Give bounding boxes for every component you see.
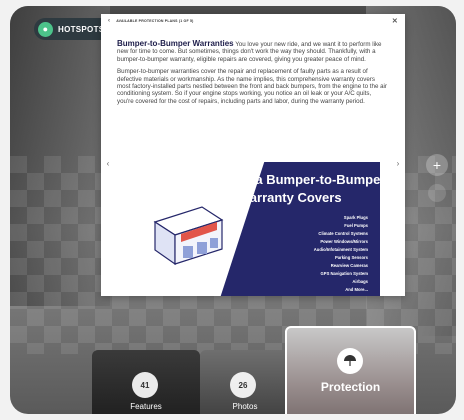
service-building-icon bbox=[147, 202, 227, 277]
zoom-in-icon[interactable]: + bbox=[426, 154, 448, 176]
prev-arrow-icon[interactable]: ‹ bbox=[103, 156, 113, 170]
modal-header: ‹ AVAILABLE PROTECTION PLANS (1 OF 5) ✕ bbox=[101, 14, 405, 28]
infographic-title-line2: Warranty Covers bbox=[238, 190, 342, 205]
photos-thumb[interactable]: 26 Photos bbox=[200, 350, 290, 414]
eye-icon: ● bbox=[38, 21, 53, 37]
coverage-list: Spark Plugs Fuel Pumps Climate Control S… bbox=[314, 214, 368, 294]
lead-paragraph: Bumper-to-Bumper Warranties You love you… bbox=[117, 40, 389, 63]
infographic-title-line1: What a Bumper-to-Bumper bbox=[220, 172, 380, 187]
close-icon[interactable]: ✕ bbox=[392, 17, 398, 25]
body-paragraph: Bumper-to-bumper warranties cover the re… bbox=[117, 68, 387, 105]
next-arrow-icon[interactable]: › bbox=[393, 156, 403, 170]
coverage-item: GPS Navigation System bbox=[320, 271, 368, 276]
photos-label: Photos bbox=[232, 402, 258, 411]
protection-thumb[interactable]: Protection bbox=[285, 326, 416, 414]
coverage-item: And More... bbox=[345, 287, 368, 292]
modal-title: AVAILABLE PROTECTION PLANS (1 OF 5) bbox=[116, 19, 194, 23]
hotspot-marker[interactable] bbox=[428, 184, 446, 202]
modal-content: Bumper-to-Bumper Warranties You love you… bbox=[117, 40, 389, 110]
features-count: 41 bbox=[132, 372, 158, 398]
features-thumb[interactable]: 41 Features bbox=[92, 350, 200, 414]
hotspots-label: HOTSPOTS bbox=[58, 24, 105, 34]
back-arrow-icon[interactable]: ‹ bbox=[108, 18, 110, 24]
coverage-item: Rearview Cameras bbox=[330, 263, 368, 268]
protection-label: Protection bbox=[320, 380, 381, 394]
coverage-item: Spark Plugs bbox=[343, 215, 368, 220]
lead-title: Bumper-to-Bumper Warranties bbox=[117, 39, 234, 48]
warranty-infographic: What a Bumper-to-Bumper Warranty Covers … bbox=[125, 162, 380, 296]
photos-count: 26 bbox=[230, 372, 256, 398]
coverage-item: Climate Control Systems bbox=[318, 231, 368, 236]
coverage-item: Parking Sensors bbox=[334, 255, 368, 260]
thumbnail-strip: 41 Features 26 Photos Protection bbox=[82, 326, 416, 414]
coverage-item: Power Windows/Mirrors bbox=[320, 239, 368, 244]
coverage-item: Audio/Infotainment System bbox=[313, 247, 368, 252]
umbrella-icon bbox=[337, 348, 363, 374]
coverage-item: Fuel Pumps bbox=[344, 223, 368, 228]
protection-plan-modal: ‹ AVAILABLE PROTECTION PLANS (1 OF 5) ✕ … bbox=[101, 14, 405, 296]
features-label: Features bbox=[130, 402, 162, 411]
coverage-item: Airbags bbox=[352, 279, 368, 284]
